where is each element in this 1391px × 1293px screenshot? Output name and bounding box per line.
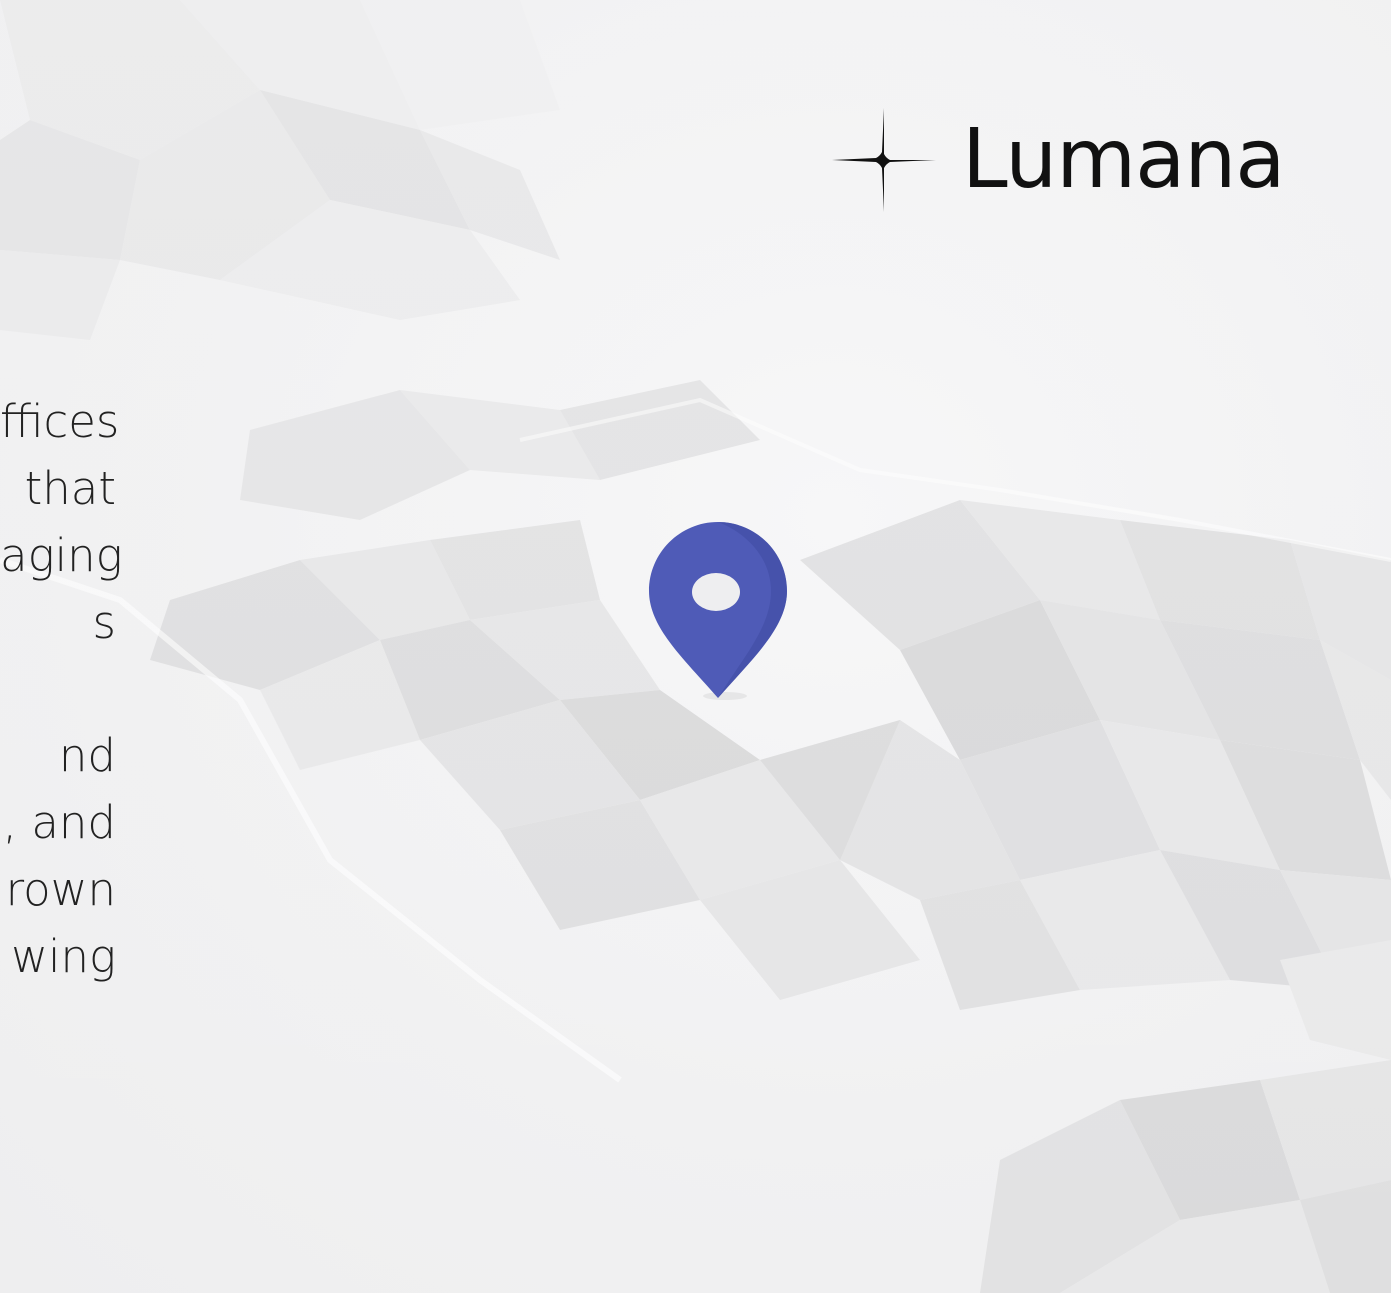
brand-logo[interactable]: Lumana: [828, 104, 1286, 216]
text-line: , and: [2, 796, 116, 849]
text-line: rown: [5, 863, 116, 916]
text-line: nd: [58, 729, 116, 782]
hero-section: ffices that aging s nd , and rown wing L…: [0, 0, 1391, 1293]
text-line: s: [92, 596, 116, 649]
intro-text-cropped: ffices that aging s nd , and rown wing: [0, 388, 130, 990]
text-line: that: [24, 462, 116, 515]
text-line: aging: [0, 529, 123, 582]
brand-name: Lumana: [962, 112, 1286, 207]
text-line: ffices: [0, 395, 120, 448]
location-pin-icon[interactable]: [645, 520, 791, 702]
four-point-spark-icon: [832, 108, 936, 212]
text-line: wing: [11, 930, 116, 983]
